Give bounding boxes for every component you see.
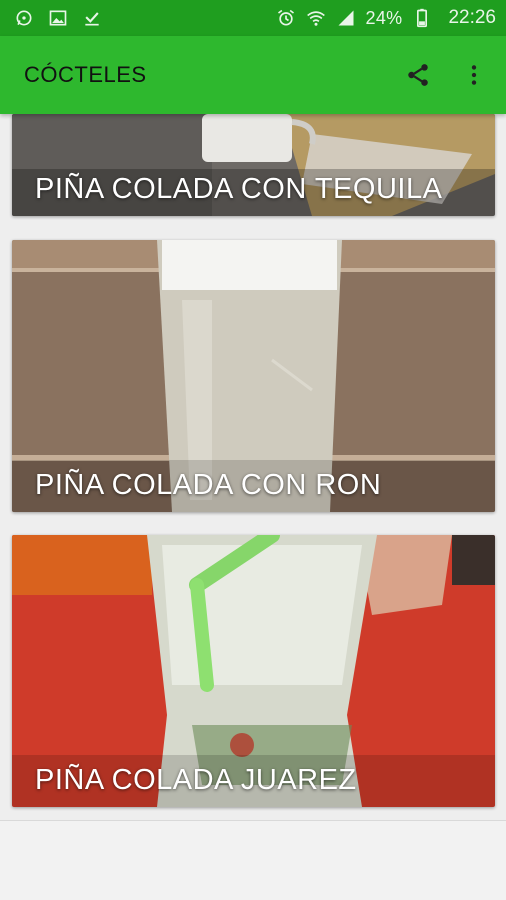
app-bar: CÓCTELES	[0, 36, 506, 114]
status-right-icons: 24% 22:26	[276, 7, 496, 29]
cocktail-name: PIÑA COLADA JUAREZ	[35, 764, 357, 796]
battery-icon	[412, 8, 432, 28]
battery-percentage: 24%	[365, 7, 403, 28]
wifi-icon	[306, 8, 326, 28]
status-bar: 24% 22:26	[0, 0, 506, 36]
gallery-icon	[48, 8, 68, 28]
signal-icon	[336, 8, 356, 28]
list-bottom-area	[0, 820, 506, 900]
share-button[interactable]	[400, 57, 436, 93]
share-icon	[408, 64, 428, 86]
app-title: CÓCTELES	[24, 62, 147, 87]
cocktail-card-juarez[interactable]: PIÑA COLADA JUAREZ	[12, 535, 495, 807]
app-actions	[400, 57, 492, 93]
more-options-button[interactable]	[456, 57, 492, 93]
status-left-icons	[14, 8, 102, 28]
cocktail-card-ron[interactable]: PIÑA COLADA CON RON	[12, 240, 495, 512]
download-done-icon	[82, 8, 102, 28]
cocktail-name: PIÑA COLADA CON RON	[35, 469, 382, 501]
cocktail-name: PIÑA COLADA CON TEQUILA	[35, 173, 443, 205]
cocktail-card-tequila[interactable]: PIÑA COLADA CON TEQUILA	[12, 114, 495, 216]
cocktail-list[interactable]: PIÑA COLADA CON TEQUILA PIÑA COLADA CON …	[0, 114, 506, 820]
whatsapp-icon	[14, 8, 34, 28]
clock: 22:26	[448, 7, 496, 28]
alarm-icon	[276, 8, 296, 28]
more-vert-icon	[471, 65, 477, 85]
